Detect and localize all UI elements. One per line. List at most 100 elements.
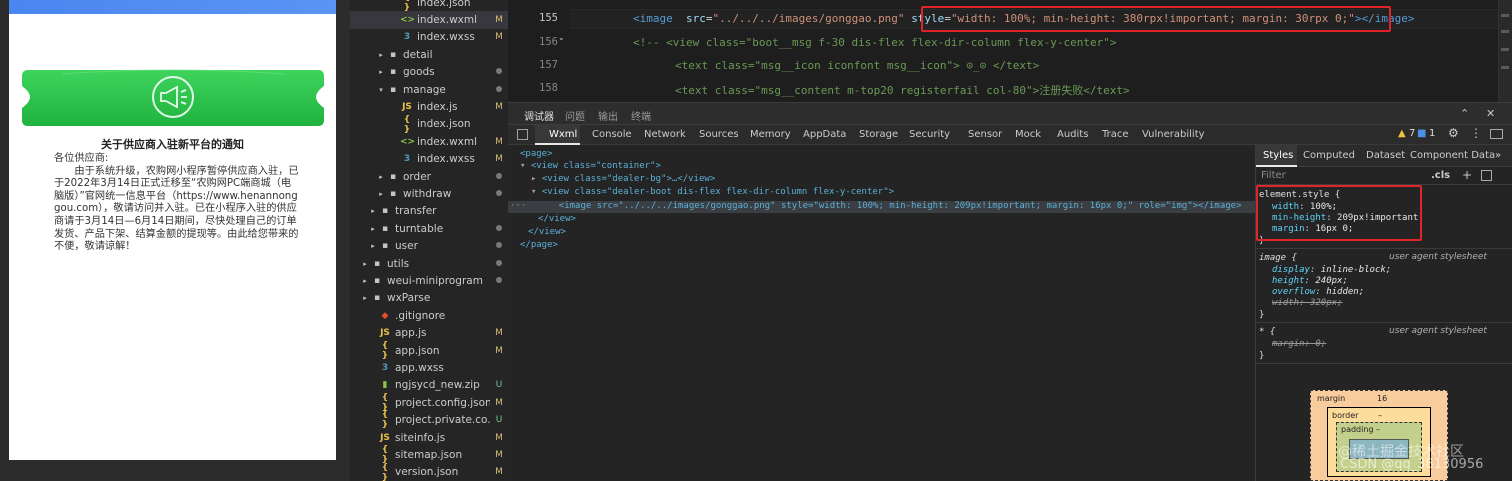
image-ua-rule[interactable]: image { user agent stylesheet display: i… (1256, 250, 1512, 323)
wxml-node[interactable]: <page> (508, 149, 1255, 161)
chevron-right-icon[interactable]: ▸ (368, 242, 378, 250)
close-icon[interactable]: ✕ (1486, 107, 1495, 120)
file-tree-item[interactable]: ▸ ▪ weui-miniprogram (350, 272, 508, 289)
file-tree-item[interactable]: ▾ ▪ manage (350, 81, 508, 98)
tab-styles[interactable]: Styles (1263, 150, 1293, 161)
file-tree-item[interactable]: 3 index.wxss M (350, 151, 508, 168)
tab-sensor[interactable]: Sensor (968, 129, 1002, 140)
file-tree-item[interactable]: ◆ .gitignore (350, 307, 508, 324)
box-model-margin-value[interactable]: 16 (1377, 394, 1387, 403)
chevron-right-icon[interactable]: ▸ (376, 68, 386, 76)
wxml-tree[interactable]: <page> ▾ <view class="container"> ▸ <vie… (508, 145, 1255, 481)
file-tree-item[interactable]: ▸ ▪ withdraw (350, 185, 508, 202)
chevron-right-icon[interactable]: ▸ (368, 225, 378, 233)
wxml-node[interactable]: </view> (508, 227, 1255, 239)
file-tree-item[interactable]: { } project.config.json M (350, 393, 508, 413)
file-tree-item[interactable]: JS index.js M (350, 98, 508, 115)
chevron-right-icon[interactable]: ▸ (376, 190, 386, 198)
gear-icon[interactable]: ⚙ (1448, 126, 1459, 140)
wxml-node[interactable]: ▾ <view class="dealer-boot dis-flex flex… (508, 187, 1255, 199)
wxml-node[interactable]: </page> (508, 240, 1255, 252)
tab-storage[interactable]: Storage (859, 129, 898, 140)
file-tree-item[interactable]: ▸ ▪ order (350, 168, 508, 185)
code-editor[interactable]: 155 156 157 158 ⌄ <image src="../../../i… (508, 0, 1512, 102)
file-tree-item[interactable]: ▸ ▪ wxParse (350, 290, 508, 307)
wxml-node-selected[interactable]: ··· <image src="../../../images/gonggao.… (508, 201, 1255, 213)
tab-appdata[interactable]: AppData (803, 129, 846, 140)
editor-scrollbar[interactable] (1498, 0, 1512, 102)
tab-memory[interactable]: Memory (750, 129, 791, 140)
tab-terminal[interactable]: 终端 (631, 108, 651, 123)
code-line-158[interactable]: <text class="msg__content m-top20 regist… (675, 82, 1130, 98)
toggle-sidebar-icon[interactable] (1481, 170, 1492, 181)
tab-problems[interactable]: 问题 (565, 108, 585, 123)
more-tabs-icon[interactable]: » (1495, 150, 1501, 161)
tab-dataset[interactable]: Dataset (1366, 150, 1405, 161)
file-tree-item[interactable]: { } version.json M (350, 463, 508, 481)
info-icon[interactable]: ■ (1417, 128, 1426, 139)
file-tree-item[interactable]: ▸ ▪ transfer (350, 203, 508, 220)
tab-network[interactable]: Network (644, 129, 686, 140)
chevron-right-icon[interactable]: ▸ (376, 51, 386, 59)
star-ua-rule[interactable]: * { user agent stylesheet margin: 0; } (1256, 324, 1512, 364)
file-tree-item[interactable]: ▸ ▪ goods (350, 64, 508, 81)
file-tree-item[interactable]: 3 index.wxss M (350, 29, 508, 46)
file-tree-item[interactable]: 3 app.wxss (350, 359, 508, 376)
simulator-screen[interactable]: 关于供应商入驻新平台的通知 各位供应商: 由于系统升级，农购网小程序暂停供应商入… (9, 0, 336, 460)
box-model-border-value[interactable]: – (1378, 411, 1382, 420)
more-vertical-icon[interactable]: ⋮ (1470, 126, 1482, 140)
collapse-arrow-icon[interactable]: ▾ (531, 187, 536, 197)
chevron-right-icon[interactable]: ▸ (360, 277, 370, 285)
file-tree-item[interactable]: JS siteinfo.js M (350, 429, 508, 446)
tab-wxml[interactable]: Wxml (549, 129, 577, 140)
add-rule-icon[interactable]: + (1462, 168, 1472, 182)
dock-icon[interactable] (1490, 129, 1503, 139)
inspect-element-icon[interactable] (517, 129, 528, 140)
file-tree-item[interactable]: { } app.json M (350, 341, 508, 361)
modified-dot-icon (490, 259, 508, 269)
collapse-up-icon[interactable]: ⌃ (1460, 107, 1469, 120)
wxml-node[interactable]: </view> (508, 214, 1255, 226)
tab-console[interactable]: Console (592, 129, 632, 140)
tab-trace[interactable]: Trace (1102, 129, 1129, 140)
code-line-156[interactable]: <!-- <view class="boot__msg f-30 dis-fle… (633, 36, 1116, 49)
tab-sources[interactable]: Sources (699, 129, 739, 140)
chevron-right-icon[interactable]: ▸ (360, 260, 370, 268)
file-tree-item[interactable]: ▮ ngjsycd_new.zip U (350, 377, 508, 394)
cls-toggle[interactable]: .cls (1431, 170, 1450, 181)
styles-filter[interactable]: Filter .cls + (1256, 167, 1512, 185)
tab-audits[interactable]: Audits (1057, 129, 1088, 140)
notice-banner-image[interactable] (22, 68, 324, 126)
tab-output[interactable]: 输出 (598, 108, 618, 123)
file-tree-item[interactable]: { }index.json (350, 115, 508, 135)
chevron-down-icon[interactable]: ▾ (376, 86, 386, 94)
wxml-node[interactable]: ▸ <view class="dealer-bg">…</view> (508, 174, 1255, 186)
chevron-right-icon[interactable]: ▸ (376, 173, 386, 181)
tab-vulnerability[interactable]: Vulnerability (1142, 129, 1205, 140)
code-line-157[interactable]: <text class="msg__icon iconfont msg__ico… (675, 59, 1039, 72)
file-tree-item[interactable]: JS app.js M (350, 325, 508, 342)
collapse-arrow-icon[interactable]: ▾ (520, 161, 525, 171)
expand-arrow-icon[interactable]: ▸ (531, 174, 536, 184)
tab-mock[interactable]: Mock (1015, 129, 1041, 140)
file-tree-item[interactable]: { }index.json (350, 0, 508, 13)
warning-icon[interactable]: ▲ (1398, 128, 1406, 139)
tab-component-data[interactable]: Component Data (1410, 150, 1495, 161)
chevron-right-icon[interactable]: ▸ (368, 207, 378, 215)
file-tree-item[interactable]: ▸ ▪ user (350, 238, 508, 255)
file-tree-item[interactable]: <> index.wxml M (350, 11, 508, 29)
file-tree-item[interactable]: ▸ ▪ turntable (350, 220, 508, 237)
filter-input[interactable]: Filter (1261, 170, 1286, 181)
tab-computed[interactable]: Computed (1303, 150, 1355, 161)
wxml-node[interactable]: ▾ <view class="container"> (508, 161, 1255, 173)
file-tree-item[interactable]: ▸ ▪ utils (350, 255, 508, 272)
file-tree-item[interactable]: { } project.private.co... U (350, 410, 508, 430)
chevron-right-icon[interactable]: ▸ (360, 294, 370, 302)
tab-debugger[interactable]: 调试器 (524, 108, 554, 129)
tab-security[interactable]: Security (909, 129, 950, 140)
fold-chevron-icon[interactable]: ⌄ (558, 33, 565, 42)
file-tree-item[interactable]: { } sitemap.json M (350, 445, 508, 465)
file-tree-item[interactable]: <> index.wxml M (350, 133, 508, 150)
file-tree-item[interactable]: ▸ ▪ detail (350, 46, 508, 63)
selected-node-marker: ··· (510, 201, 527, 211)
